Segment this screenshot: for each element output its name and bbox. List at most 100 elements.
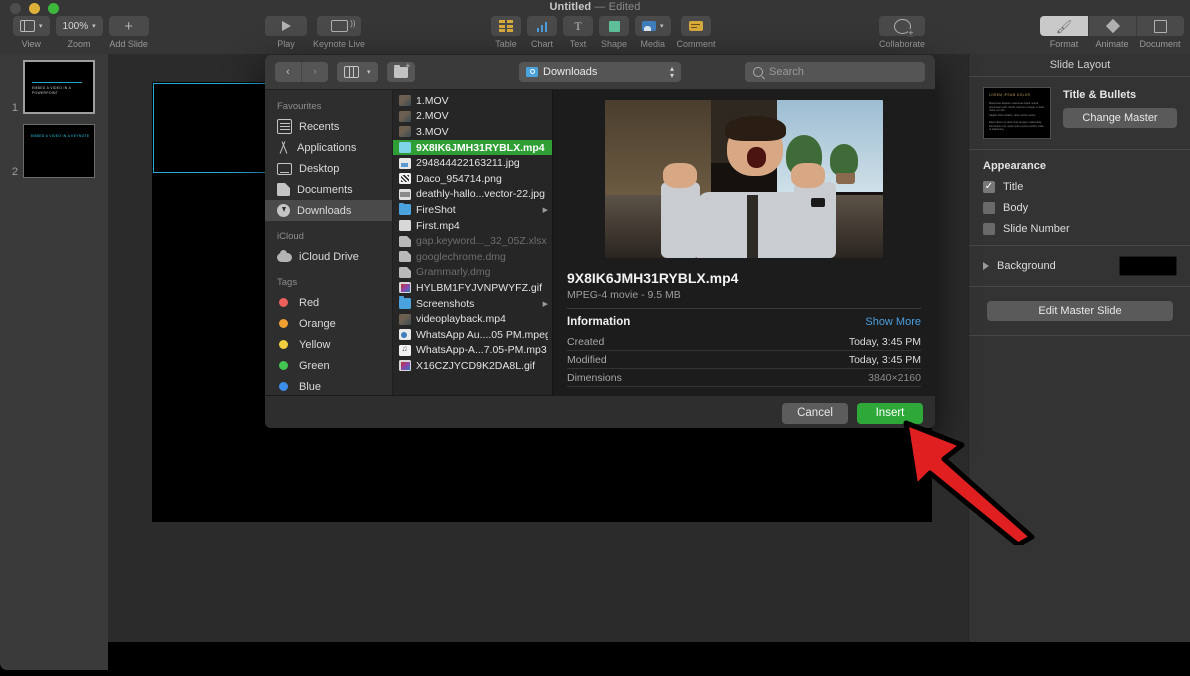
- file-row-9[interactable]: gap.keyword..._32_05Z.xlsx: [393, 233, 552, 249]
- body-checkbox[interactable]: [983, 202, 995, 214]
- path-popup-button[interactable]: Downloads ▴▾: [519, 62, 681, 82]
- sidebar-item-tag-green[interactable]: Green: [265, 355, 392, 376]
- collaborate-button[interactable]: Collaborate: [879, 16, 925, 49]
- insert-comment-button[interactable]: Comment: [677, 16, 716, 49]
- cancel-button[interactable]: Cancel: [782, 403, 848, 424]
- change-master-button[interactable]: Change Master: [1063, 108, 1177, 128]
- master-slide-thumbnail[interactable]: LOREM IPSUM DOLOR Maecenas aliquam maece…: [983, 87, 1051, 139]
- slide-number-checkbox[interactable]: [983, 223, 995, 235]
- insert-text-button[interactable]: T Text: [563, 16, 593, 49]
- file-row-selected[interactable]: 9X8IK6JMH31RYBLX.mp4: [393, 140, 552, 156]
- sidebar-item-tag-orange[interactable]: Orange: [265, 313, 392, 334]
- file-row-16[interactable]: WhatsApp-A...7.05-PM.mp3: [393, 343, 552, 359]
- view-mode-button[interactable]: ▾: [337, 62, 378, 82]
- file-row-8[interactable]: First.mp4: [393, 218, 552, 234]
- search-field[interactable]: Search: [745, 62, 925, 82]
- animate-tab[interactable]: Animate: [1088, 16, 1136, 49]
- insert-media-button[interactable]: ▾ Media: [635, 16, 671, 49]
- file-row-11[interactable]: Grammarly.dmg: [393, 265, 552, 281]
- sidebar-item-tag-yellow[interactable]: Yellow: [265, 334, 392, 355]
- slide-thumb-body-1[interactable]: EMBED A VIDEO IN A POWERPOINT: [23, 60, 95, 114]
- file-row-4[interactable]: 294844422163211.jpg: [393, 155, 552, 171]
- sidebar-item-documents[interactable]: Documents: [265, 179, 392, 200]
- sidebar-label-applications: Applications: [297, 142, 356, 154]
- disclosure-arrow-icon[interactable]: ▶: [543, 206, 548, 214]
- file-row-13[interactable]: Screenshots▶: [393, 296, 552, 312]
- new-folder-button[interactable]: [387, 62, 415, 82]
- toolbar-insert-group: Table Chart T Text Shape ▾ Media Comment: [488, 16, 719, 49]
- insert-table-button[interactable]: Table: [491, 16, 521, 49]
- file-row-14[interactable]: videoplayback.mp4: [393, 311, 552, 327]
- chevron-right-icon[interactable]: [983, 262, 989, 270]
- modified-label: Modified: [567, 354, 607, 366]
- file-row-7[interactable]: FireShot▶: [393, 202, 552, 218]
- add-slide-label: Add Slide: [109, 39, 148, 49]
- document-tab[interactable]: Document: [1136, 16, 1184, 49]
- sidebar-item-applications[interactable]: Applications: [265, 137, 392, 158]
- add-slide-button[interactable]: + Add Slide: [109, 16, 149, 49]
- search-icon: [753, 67, 763, 77]
- chevron-down-icon: ▾: [367, 68, 371, 76]
- file-name-5: Daco_954714.png: [416, 173, 548, 185]
- sidebar-item-tag-red[interactable]: Red: [265, 292, 392, 313]
- file-row-12[interactable]: HYLBM1FYJVNPWYFZ.gif: [393, 280, 552, 296]
- sidebar-item-recents[interactable]: Recents: [265, 116, 392, 137]
- downloads-icon: [277, 204, 290, 217]
- master-thumb-heading: LOREM IPSUM DOLOR: [989, 93, 1030, 97]
- background-disclosure-row[interactable]: Background: [983, 256, 1177, 276]
- sidebar-item-downloads[interactable]: Downloads: [265, 200, 392, 221]
- keynote-live-button[interactable]: Keynote Live: [313, 16, 365, 49]
- sidebar-item-icloud-drive[interactable]: iCloud Drive: [265, 246, 392, 267]
- audio-file-icon: [399, 329, 411, 340]
- insert-shape-button[interactable]: Shape: [599, 16, 629, 49]
- file-row-17[interactable]: X16CZJYCD9K2DA8L.gif: [393, 358, 552, 374]
- file-row-1[interactable]: 2.MOV: [393, 109, 552, 125]
- created-label: Created: [567, 336, 604, 348]
- tag-dot-icon-yellow: [279, 340, 288, 349]
- body-checkbox-label: Body: [1003, 202, 1028, 214]
- dimensions-label: Dimensions: [567, 372, 622, 384]
- file-row-0[interactable]: 1.MOV: [393, 93, 552, 109]
- file-list[interactable]: 1.MOV 2.MOV 3.MOV 9X8IK6JMH31RYBLX.mp4 2…: [393, 90, 553, 395]
- forward-button[interactable]: ›: [301, 62, 328, 82]
- format-tab[interactable]: 🖌 Format: [1040, 16, 1088, 49]
- toolbar-right-group: 🖌 Format Animate Document: [1040, 16, 1184, 49]
- slide-number-1: 1: [4, 102, 18, 114]
- edit-master-section: Edit Master Slide: [969, 287, 1190, 336]
- sidebar-item-tag-blue[interactable]: Blue: [265, 376, 392, 397]
- insert-chart-button[interactable]: Chart: [527, 16, 557, 49]
- checkbox-row-title[interactable]: ✓ Title: [983, 181, 1177, 193]
- sidebar-header-icloud: iCloud: [265, 221, 392, 246]
- file-row-15[interactable]: WhatsApp Au....05 PM.mpeg: [393, 327, 552, 343]
- chart-icon: [537, 21, 548, 32]
- slide-thumbnail-1[interactable]: 1 EMBED A VIDEO IN A POWERPOINT: [4, 60, 95, 114]
- slide-thumbnail-2[interactable]: 2 EMBED A VIDEO IN A KEYNOTE: [4, 124, 95, 178]
- dialog-sidebar[interactable]: Favourites Recents Applications Desktop …: [265, 90, 393, 395]
- edit-master-slide-button[interactable]: Edit Master Slide: [987, 301, 1173, 321]
- sidebar-item-desktop[interactable]: Desktop: [265, 158, 392, 179]
- checkbox-row-body[interactable]: Body: [983, 202, 1177, 214]
- slide-navigator[interactable]: 1 EMBED A VIDEO IN A POWERPOINT 2 EMBED …: [0, 54, 108, 642]
- file-row-2[interactable]: 3.MOV: [393, 124, 552, 140]
- file-row-10[interactable]: googlechrome.dmg: [393, 249, 552, 265]
- back-button[interactable]: ‹: [275, 62, 301, 82]
- window-bottom-edge: [0, 642, 1190, 676]
- sidebar-label-tag-orange: Orange: [299, 318, 336, 330]
- master-thumb-bullet-1: Maecenas aliquam maecenas ligula nostra,…: [989, 102, 1046, 113]
- play-button[interactable]: Play: [265, 16, 307, 49]
- slide-thumb-body-2[interactable]: EMBED A VIDEO IN A KEYNOTE: [23, 124, 95, 178]
- show-more-link[interactable]: Show More: [865, 316, 921, 328]
- disclosure-arrow-icon[interactable]: ▶: [543, 300, 548, 308]
- applications-icon: [277, 141, 290, 154]
- icloud-drive-icon: [277, 253, 292, 262]
- master-name-label: Title & Bullets: [1063, 89, 1177, 101]
- zoom-button[interactable]: 100%▾ Zoom: [56, 16, 103, 49]
- checkbox-row-slide-number[interactable]: Slide Number: [983, 223, 1177, 235]
- title-checkbox[interactable]: ✓: [983, 181, 995, 193]
- background-color-swatch[interactable]: [1119, 256, 1177, 276]
- file-row-5[interactable]: Daco_954714.png: [393, 171, 552, 187]
- file-name-9: gap.keyword..._32_05Z.xlsx: [416, 235, 548, 247]
- view-button[interactable]: ▾ View: [13, 16, 50, 49]
- file-row-6[interactable]: deathly-hallo...vector-22.jpg: [393, 187, 552, 203]
- appearance-heading: Appearance: [983, 160, 1177, 172]
